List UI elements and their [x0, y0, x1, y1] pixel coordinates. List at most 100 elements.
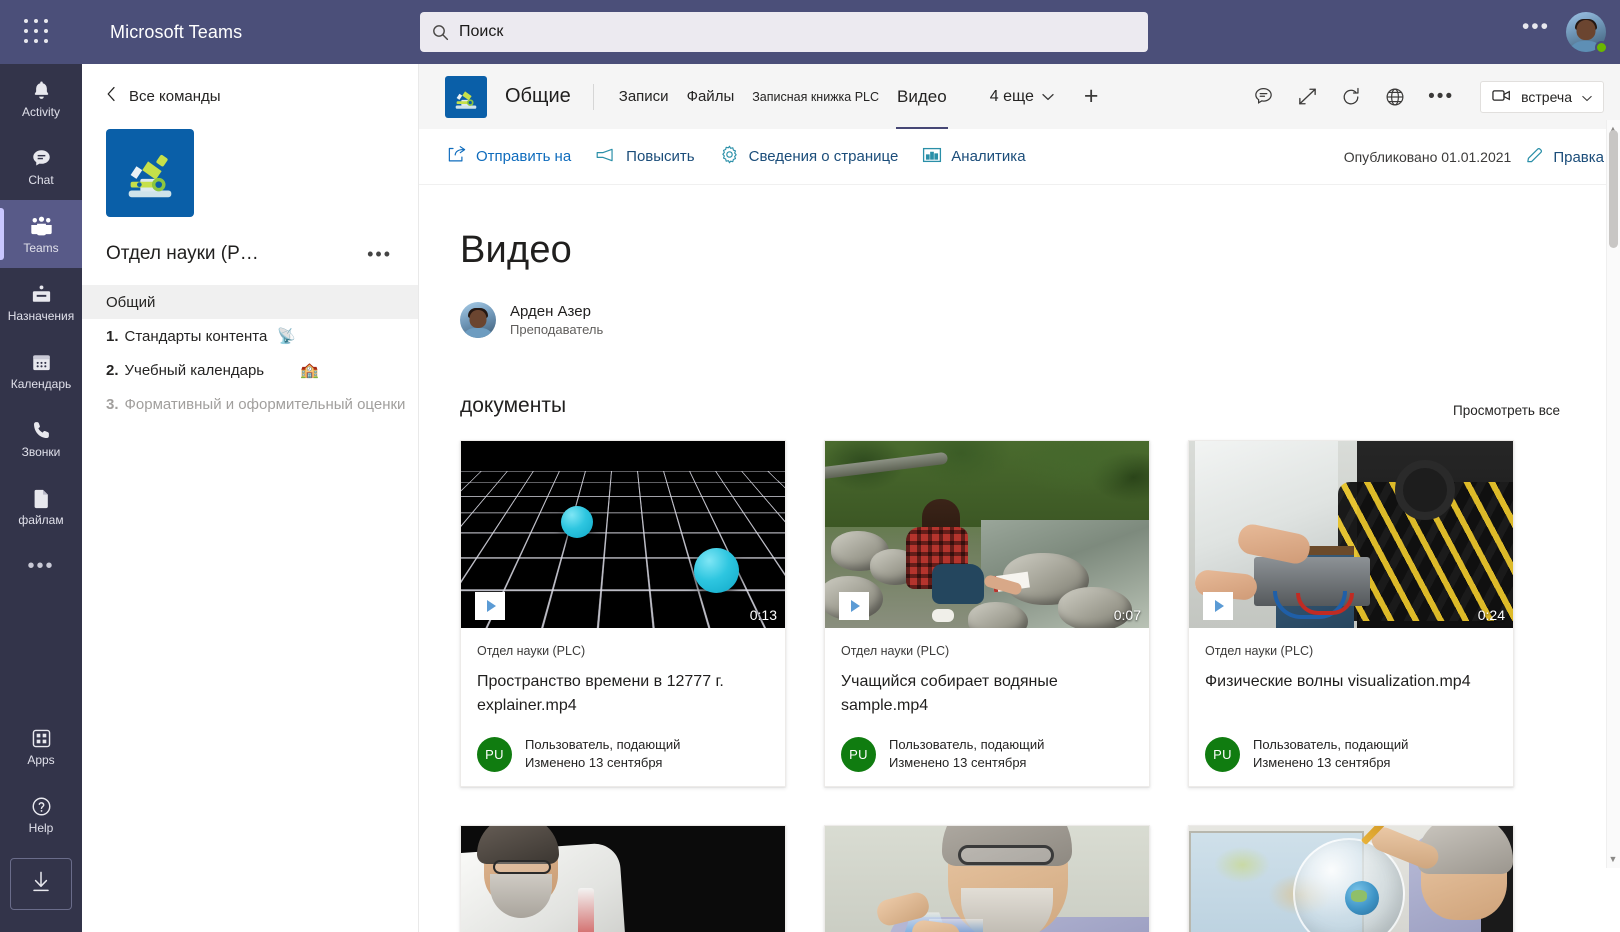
channel-item-1[interactable]: 1. Стандарты контента 📡 — [82, 319, 418, 353]
video-card-body: Отдел науки (PLC) Пространство времени в… — [461, 628, 785, 786]
channel-item-3[interactable]: 3. Формативный и оформительный оценки — [82, 387, 418, 421]
top-more-options-icon[interactable]: ••• — [1522, 16, 1550, 37]
page-scrollbar-thumb[interactable] — [1609, 130, 1618, 248]
video-duration: 0:07 — [1113, 607, 1141, 623]
rail-label: Назначения — [7, 309, 75, 323]
rail-item-activity[interactable]: Activity — [0, 64, 82, 132]
page-command-bar: Отправить на Повысить Сведения о страниц… — [419, 129, 1620, 185]
video-card[interactable]: 0:07 Отдел науки (PLC) Учащийся собирает… — [824, 440, 1150, 787]
globe-lesson-art — [1189, 826, 1513, 932]
inner-globe — [1344, 881, 1379, 916]
video-source: Отдел науки (PLC) — [1205, 644, 1314, 658]
rail-item-chat[interactable]: Chat — [0, 132, 82, 200]
rail-item-teams[interactable]: Teams — [0, 200, 82, 268]
uploader-name: Пользователь, подающий — [525, 737, 681, 752]
video-thumbnail-blue-liquid[interactable] — [825, 826, 1149, 932]
scroll-down-chevron-down-icon[interactable]: ▼ — [1607, 852, 1619, 866]
documents-section-header: документы Просмотреть все — [460, 394, 1560, 418]
meet-now-button[interactable]: встреча — [1480, 80, 1604, 113]
rail-label: Help — [28, 821, 54, 835]
main-content: Общие Записи Файлы Записная книжка PLC В… — [419, 64, 1620, 932]
tab-fayly[interactable]: Файлы — [678, 64, 744, 129]
assignment-icon — [30, 281, 53, 307]
student-jeans — [931, 564, 984, 605]
analytics-button[interactable]: Аналитика — [922, 146, 1026, 168]
channel-microscope-icon — [445, 75, 487, 118]
test-tube — [577, 888, 594, 932]
edit-page-button[interactable]: Правка — [1525, 146, 1604, 169]
edit-label: Правка — [1553, 148, 1604, 166]
globe-icon[interactable] — [1384, 86, 1406, 108]
tab-divider — [592, 83, 594, 110]
help-circle-icon — [30, 793, 53, 819]
rail-item-files[interactable]: файлам — [0, 472, 82, 540]
expand-icon[interactable] — [1297, 86, 1318, 107]
grid-mesh — [461, 470, 785, 628]
video-card-body: Отдел науки (PLC) Физические волны visua… — [1189, 628, 1513, 786]
play-icon[interactable] — [1203, 592, 1233, 620]
search-input[interactable] — [459, 23, 1136, 41]
rail-label: Teams — [23, 241, 59, 255]
conversation-icon[interactable] — [1252, 85, 1275, 108]
video-duration: 0:13 — [749, 607, 777, 623]
video-card[interactable] — [460, 825, 786, 932]
back-to-all-teams[interactable]: Все команды — [82, 64, 418, 107]
video-thumbnail-stream[interactable]: 0:07 — [825, 441, 1149, 628]
documents-heading: документы — [460, 394, 567, 417]
video-filename[interactable]: Физические волны visualization.mp4 — [1205, 670, 1497, 718]
tab-label: Записи — [618, 88, 669, 105]
video-thumbnail-waves[interactable]: 0:24 — [1189, 441, 1513, 628]
video-card[interactable]: 0:13 Отдел науки (PLC) Пространство врем… — [460, 440, 786, 787]
people-icon — [29, 213, 54, 239]
add-tab-button[interactable]: + — [1084, 84, 1099, 109]
video-filename[interactable]: Пространство времени в 12777 г. explaine… — [477, 670, 769, 718]
page-details-button[interactable]: Сведения о странице — [719, 144, 899, 169]
video-card[interactable] — [1188, 825, 1514, 932]
more-tabs-button[interactable]: 4 еще — [990, 88, 1054, 106]
pencil-icon — [1525, 146, 1544, 169]
page-details-label: Сведения о странице — [748, 148, 899, 165]
tab-video[interactable]: Видео — [888, 64, 956, 129]
rail-item-calendar[interactable]: Календарь — [0, 336, 82, 404]
send-to-button[interactable]: Отправить на — [447, 145, 571, 168]
video-thumbnail-lab-scientist[interactable] — [461, 826, 785, 932]
search-icon — [433, 24, 449, 40]
student-shoe — [931, 609, 954, 623]
video-thumbnail-globe-lesson[interactable] — [1189, 826, 1513, 932]
play-icon[interactable] — [475, 592, 505, 620]
refresh-icon[interactable] — [1340, 86, 1362, 108]
rail-more-apps-icon[interactable]: ••• — [0, 540, 82, 592]
view-all-link[interactable]: Просмотреть все — [1453, 403, 1560, 418]
machine-wheel — [1394, 459, 1455, 520]
uploader-initials-avatar: PU — [841, 736, 876, 772]
tab-zapisi[interactable]: Записи — [610, 64, 678, 129]
rail-item-apps[interactable]: Apps — [0, 712, 82, 780]
chevron-left-icon — [106, 86, 117, 107]
promote-button[interactable]: Повысить — [595, 147, 695, 167]
search-bar[interactable] — [420, 12, 1148, 52]
rail-item-help[interactable]: Help — [0, 780, 82, 848]
avatar-shirt — [461, 328, 495, 338]
video-thumbnail-spacetime[interactable]: 0:13 — [461, 441, 785, 628]
download-app-button[interactable] — [10, 858, 72, 910]
rail-item-assignments[interactable]: Назначения — [0, 268, 82, 336]
tab-plc-notebook[interactable]: Записная книжка PLC — [743, 64, 888, 129]
author-name: Арден Азер — [510, 303, 591, 320]
file-icon — [30, 485, 53, 511]
play-icon[interactable] — [839, 592, 869, 620]
rail-item-calls[interactable]: Звонки — [0, 404, 82, 472]
tab-overflow-more-options-icon[interactable]: ••• — [1428, 87, 1454, 106]
video-card[interactable]: 0:24 Отдел науки (PLC) Физические волны … — [1188, 440, 1514, 787]
video-filename[interactable]: Учащийся собирает водяные sample.mp4 — [841, 670, 1133, 718]
team-more-options-icon[interactable]: ••• — [363, 244, 396, 264]
channel-item-2[interactable]: 2. Учебный календарь 🏫 — [82, 353, 418, 387]
channel-label: Учебный календарь — [124, 361, 265, 379]
chevron-down-icon — [1582, 89, 1592, 105]
team-header: Отдел науки (Р… ••• — [82, 217, 418, 265]
channel-number: 3. — [106, 395, 119, 413]
chevron-down-icon — [1042, 88, 1054, 106]
channel-item-obshchiy[interactable]: Общий — [82, 285, 418, 319]
app-launcher-icon[interactable] — [14, 19, 60, 45]
uploader-name: Пользователь, подающий — [1253, 737, 1409, 752]
video-card[interactable] — [824, 825, 1150, 932]
